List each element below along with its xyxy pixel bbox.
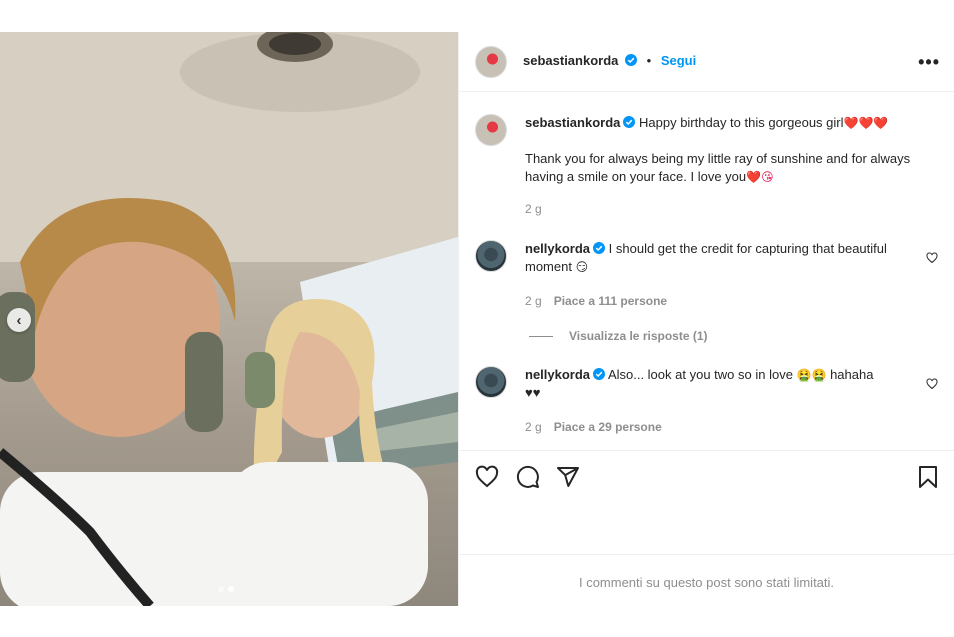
share-icon[interactable] [556,465,580,489]
comment-body: nellykorda I should get the credit for c… [525,240,916,276]
comment-likes[interactable]: Piace a 111 persone [554,294,667,308]
vomit-emoji: 🤮🤮 [796,368,827,382]
comment-time[interactable]: 2 g [525,420,542,434]
comment-text-after: hahaha [830,367,874,382]
comment-like-icon[interactable] [926,252,938,264]
caption-avatar[interactable] [475,114,507,146]
comment-text: Also... look at you two so in love [607,367,793,382]
comment-icon[interactable] [516,465,540,489]
action-bar [459,450,954,496]
post-sidebar: sebastiankorda • Segui ••• sebastiankord… [458,32,954,606]
caption-line1: Happy birthday to this gorgeous girl [639,115,844,130]
caption-time[interactable]: 2 g [525,202,542,216]
comment-meta: 2 g Piace a 111 persone [525,294,667,308]
view-replies-button[interactable]: Visualizza le risposte (1) [529,329,708,343]
post-media[interactable]: ‹ [0,32,458,606]
comment-meta: 2 g Piace a 29 persone [525,420,662,434]
hearts-emoji: ❤️❤️❤️ [843,116,889,130]
verified-icon [593,242,606,254]
commenter-avatar[interactable] [475,240,507,272]
post-header: sebastiankorda • Segui ••• [459,32,954,92]
comments-limited-notice: I commenti su questo post sono stati lim… [459,554,954,606]
comment-username[interactable]: nellykorda [525,241,590,256]
comment-body: nellykorda Also... look at you two so in… [525,366,916,402]
carousel-dots [218,586,234,592]
verified-icon [593,368,606,380]
love-kiss-emoji: ❤️😘 [746,170,774,184]
smirk-emoji: 😏 [575,260,589,274]
verified-icon [623,116,636,128]
author-line: sebastiankorda • Segui [523,53,696,68]
more-options-icon[interactable]: ••• [918,52,940,73]
comment-likes[interactable]: Piace a 29 persone [554,420,662,434]
replies-divider [529,335,553,337]
heart-icon[interactable] [475,465,499,489]
bookmark-icon[interactable] [916,465,940,489]
carousel-dot-active[interactable] [228,586,234,592]
carousel-prev-button[interactable]: ‹ [7,308,31,332]
comment-username[interactable]: nellykorda [525,367,590,382]
caption-body: sebastiankorda Happy birthday to this go… [525,114,916,186]
follow-button[interactable]: Segui [661,53,696,68]
author-username[interactable]: sebastiankorda [523,53,618,68]
view-replies-label[interactable]: Visualizza le risposte (1) [569,329,708,343]
comment-like-icon[interactable] [926,378,938,390]
post-photo [0,32,458,606]
comment-text-line2: ♥♥ [525,385,541,400]
caption-line2: Thank you for always being my little ray… [525,151,911,184]
carousel-dot[interactable] [218,586,224,592]
caption-username[interactable]: sebastiankorda [525,115,620,130]
separator-dot: • [646,53,652,68]
commenter-avatar[interactable] [475,366,507,398]
comment-time[interactable]: 2 g [525,294,542,308]
author-avatar[interactable] [475,46,507,78]
verified-icon [625,54,637,66]
